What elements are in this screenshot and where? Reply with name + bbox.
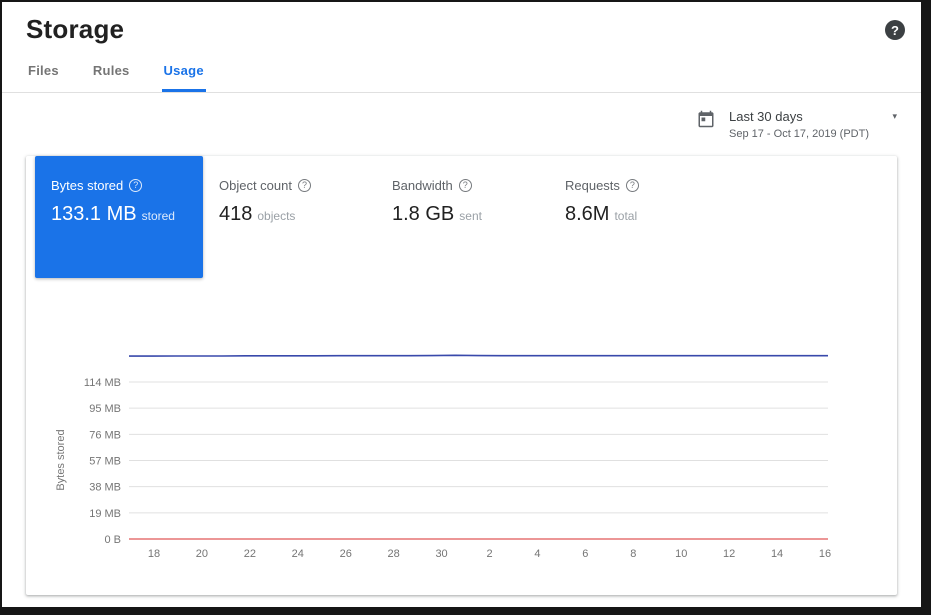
date-range-detail: Sep 17 - Oct 17, 2019 (PDT) (729, 128, 869, 140)
help-icon: ? (626, 179, 639, 192)
calendar-icon (697, 110, 715, 133)
svg-text:38 MB: 38 MB (89, 482, 121, 494)
toolbar: Last 30 days ▾ Sep 17 - Oct 17, 2019 (PD… (2, 93, 921, 156)
svg-text:10: 10 (675, 548, 687, 560)
page-title: Storage (26, 14, 124, 45)
metric-card-bandwidth[interactable]: Bandwidth ? 1.8 GBsent (376, 156, 549, 248)
svg-text:28: 28 (388, 548, 400, 560)
svg-text:14: 14 (771, 548, 783, 560)
metric-card-requests[interactable]: Requests ? 8.6Mtotal (549, 156, 722, 248)
metric-value: 418objects (219, 203, 360, 226)
svg-text:6: 6 (582, 548, 588, 560)
metric-label: Bytes stored ? (51, 178, 187, 193)
svg-text:30: 30 (435, 548, 447, 560)
tab-files[interactable]: Files (26, 57, 61, 92)
metric-cards: Bytes stored ? 133.1 MBstored Object cou… (26, 156, 897, 278)
storage-page: Storage ? Files Rules Usage Last 30 days… (2, 2, 921, 607)
svg-text:76 MB: 76 MB (89, 429, 121, 441)
tab-rules[interactable]: Rules (91, 57, 132, 92)
metric-card-bytes-stored[interactable]: Bytes stored ? 133.1 MBstored (35, 156, 203, 278)
tab-usage[interactable]: Usage (162, 57, 206, 92)
svg-text:2: 2 (486, 548, 492, 560)
svg-text:0 B: 0 B (104, 534, 121, 546)
svg-text:24: 24 (292, 548, 304, 560)
svg-text:20: 20 (196, 548, 208, 560)
svg-text:12: 12 (723, 548, 735, 560)
date-range-selector[interactable]: Last 30 days ▾ Sep 17 - Oct 17, 2019 (PD… (697, 109, 897, 142)
metric-value: 1.8 GBsent (392, 203, 533, 226)
date-range-text: Last 30 days ▾ Sep 17 - Oct 17, 2019 (PD… (729, 109, 897, 142)
help-icon: ? (298, 179, 311, 192)
page-header: Storage ? (2, 2, 921, 45)
svg-text:18: 18 (148, 548, 160, 560)
metric-card-object-count[interactable]: Object count ? 418objects (203, 156, 376, 248)
svg-text:95 MB: 95 MB (89, 403, 121, 415)
metric-value: 8.6Mtotal (565, 203, 706, 226)
help-icon: ? (129, 179, 142, 192)
svg-text:22: 22 (244, 548, 256, 560)
chevron-down-icon: ▾ (892, 111, 897, 122)
tab-bar: Files Rules Usage (2, 57, 921, 93)
svg-text:57 MB: 57 MB (89, 456, 121, 468)
svg-text:19 MB: 19 MB (89, 508, 121, 520)
svg-text:4: 4 (534, 548, 540, 560)
date-range-label: Last 30 days (729, 109, 803, 124)
svg-text:26: 26 (340, 548, 352, 560)
metric-label: Bandwidth ? (392, 178, 533, 193)
usage-chart: 114 MB95 MB76 MB57 MB38 MB19 MB0 B182022… (26, 316, 897, 595)
svg-text:16: 16 (819, 548, 831, 560)
metric-label: Object count ? (219, 178, 360, 193)
svg-text:114 MB: 114 MB (84, 377, 121, 389)
bytes-stored-line-chart: 114 MB95 MB76 MB57 MB38 MB19 MB0 B182022… (26, 316, 897, 586)
help-icon[interactable]: ? (885, 20, 905, 40)
usage-card: Bytes stored ? 133.1 MBstored Object cou… (26, 156, 897, 595)
svg-text:Bytes stored: Bytes stored (55, 429, 67, 490)
svg-text:8: 8 (630, 548, 636, 560)
help-icon: ? (459, 179, 472, 192)
metric-value: 133.1 MBstored (51, 203, 187, 226)
metric-label: Requests ? (565, 178, 706, 193)
